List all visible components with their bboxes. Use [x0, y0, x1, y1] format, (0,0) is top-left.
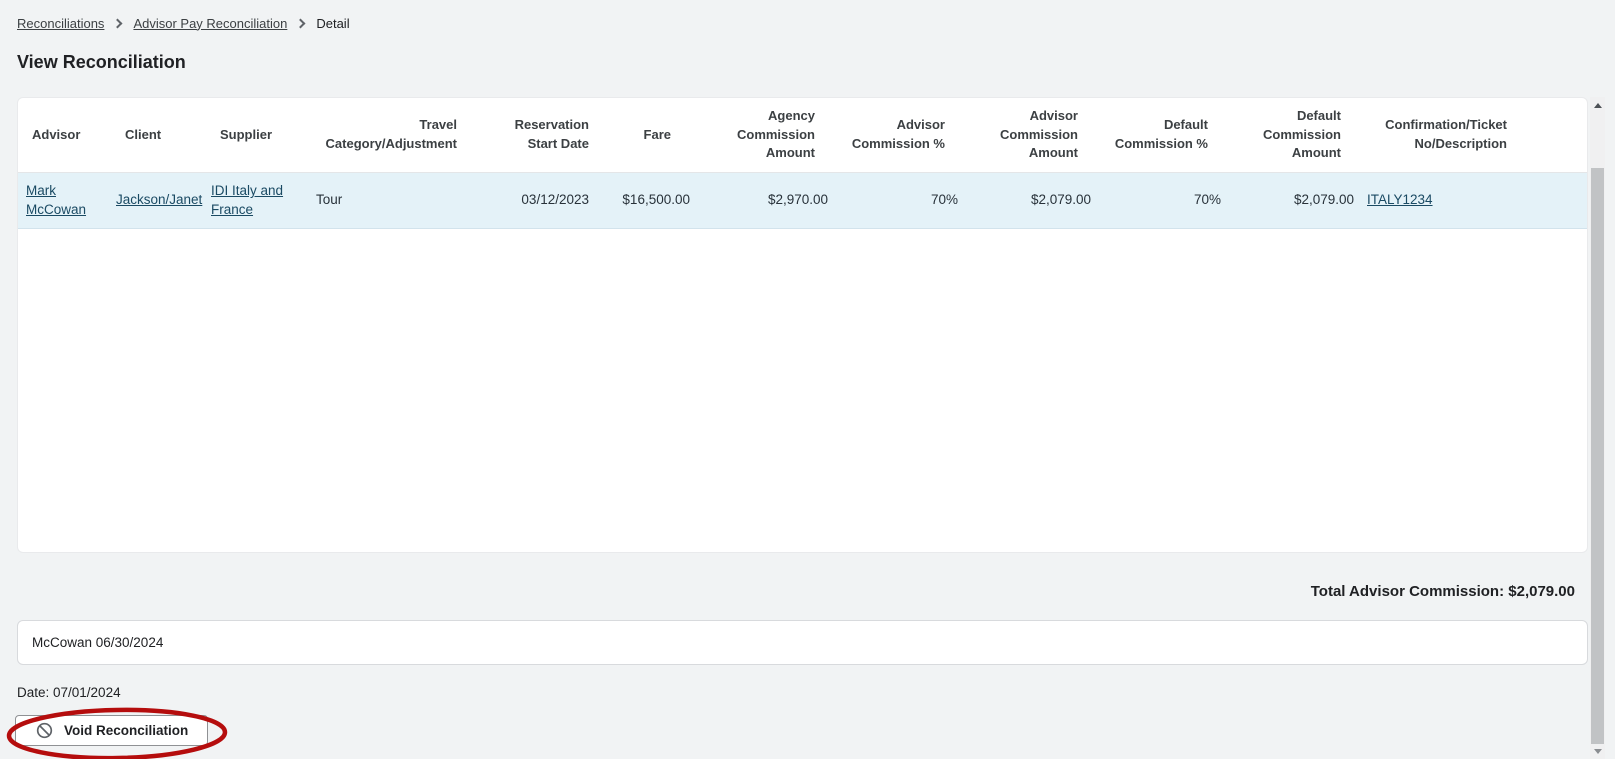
supplier-link[interactable]: IDI Italy and France — [211, 182, 301, 218]
void-reconciliation-button[interactable]: Void Reconciliation — [15, 715, 209, 746]
column-header-agency-commission-amount: Agency Commission Amount — [736, 107, 815, 161]
column-header-default-commission-amount: Default Commission Amount — [1262, 107, 1341, 161]
column-header-advisor: Advisor — [32, 126, 81, 142]
cell-advisor: Mark McCowan — [18, 173, 111, 228]
cell-client: Jackson/Janet — [111, 173, 206, 228]
advisor-link[interactable]: Mark McCowan — [26, 182, 111, 218]
signature-field[interactable]: McCowan 06/30/2024 — [17, 620, 1588, 665]
cell-agency-commission-amount: $2,970.00 — [767, 192, 828, 208]
cell-default-commission-percent: 70% — [1193, 192, 1221, 208]
signature-text: McCowan 06/30/2024 — [32, 635, 164, 650]
column-header-travel-category: Travel Category/Adjustment — [325, 117, 457, 151]
column-header-advisor-commission-amount: Advisor Commission Amount — [999, 107, 1078, 161]
chevron-right-icon — [112, 18, 123, 28]
scrollbar-thumb[interactable] — [1591, 168, 1604, 744]
date-label: Date: 07/01/2024 — [17, 685, 121, 700]
cell-fare: $16,500.00 — [622, 192, 690, 208]
breadcrumb-detail: Detail — [316, 15, 350, 31]
cell-travel-category: Tour — [316, 192, 343, 208]
scroll-down-button[interactable] — [1590, 743, 1605, 759]
column-header-fare: Fare — [643, 126, 671, 142]
total-advisor-commission: Total Advisor Commission: $2,079.00 — [1310, 583, 1575, 600]
scroll-up-button[interactable] — [1590, 97, 1605, 113]
column-header-reservation-start-date: Reservation Start Date — [514, 117, 589, 151]
column-header-confirmation-ticket: Confirmation/Ticket No/Description — [1385, 117, 1507, 151]
void-reconciliation-label: Void Reconciliation — [64, 723, 189, 738]
view-reconciliation-page: Reconciliations Advisor Pay Reconciliati… — [0, 0, 1615, 759]
cell-filler — [1509, 173, 1587, 228]
table-row: Mark McCowan Jackson/Janet IDI Italy and… — [18, 173, 1587, 229]
triangle-down-icon — [1593, 748, 1602, 754]
breadcrumb-reconciliations[interactable]: Reconciliations — [17, 16, 104, 31]
column-header-client: Client — [125, 126, 162, 142]
column-header-default-commission-percent: Default Commission % — [1114, 117, 1208, 151]
vertical-scrollbar[interactable] — [1590, 97, 1605, 759]
cell-reservation-start-date: 03/12/2023 — [521, 192, 589, 208]
breadcrumb: Reconciliations Advisor Pay Reconciliati… — [0, 0, 1615, 32]
cell-supplier: IDI Italy and France — [206, 173, 301, 228]
column-header-advisor-commission-percent: Advisor Commission % — [851, 117, 945, 151]
confirmation-ticket-link[interactable]: ITALY1234 — [1367, 191, 1433, 209]
column-header-filler — [1509, 98, 1587, 172]
block-icon — [36, 722, 53, 739]
void-button-area: Void Reconciliation — [6, 707, 245, 759]
triangle-up-icon — [1593, 102, 1602, 108]
page-title: View Reconciliation — [17, 52, 186, 72]
breadcrumb-advisor-pay-reconciliation[interactable]: Advisor Pay Reconciliation — [133, 16, 287, 31]
cell-confirmation-ticket: ITALY1234 — [1366, 173, 1509, 228]
chevron-right-icon — [295, 18, 306, 28]
client-link[interactable]: Jackson/Janet — [116, 191, 202, 209]
column-header-supplier: Supplier — [220, 126, 273, 142]
cell-advisor-commission-percent: 70% — [930, 192, 958, 208]
cell-default-commission-amount: $2,079.00 — [1293, 192, 1354, 208]
cell-advisor-commission-amount: $2,079.00 — [1030, 192, 1091, 208]
table-header-row: Advisor Client Supplier Travel Category/… — [18, 98, 1587, 173]
reconciliation-table: Advisor Client Supplier Travel Category/… — [17, 97, 1588, 553]
